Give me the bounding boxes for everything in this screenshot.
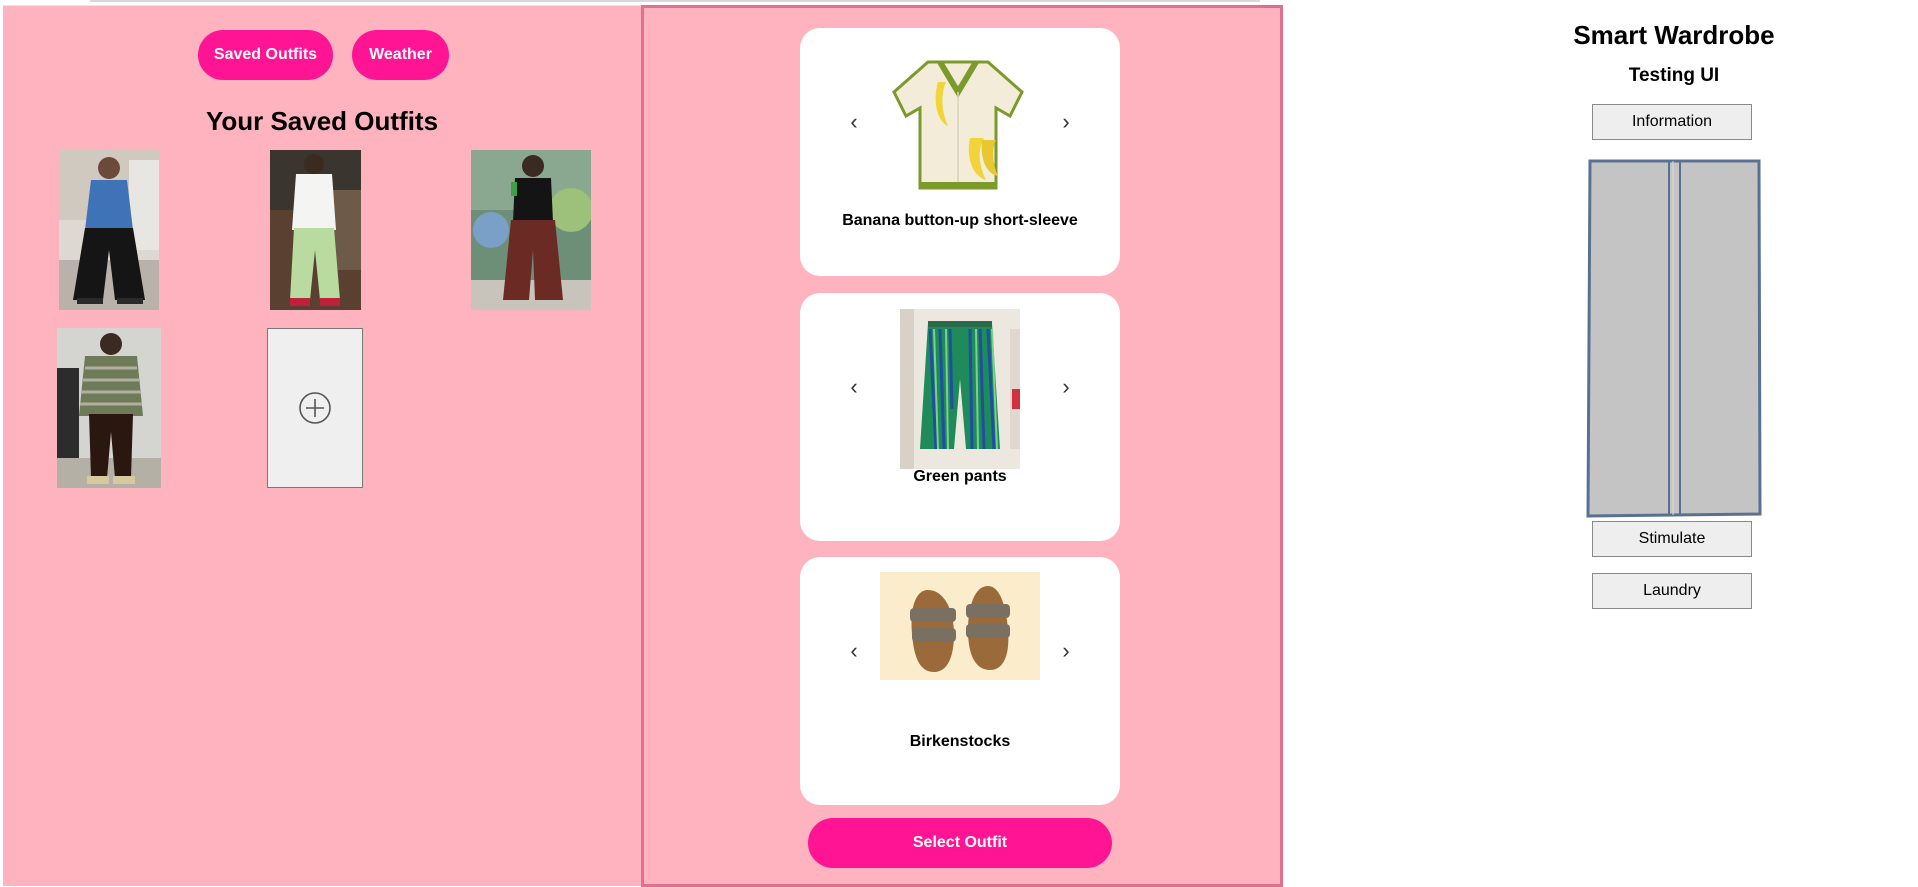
bottom-prev-arrow[interactable]: ‹: [844, 376, 864, 398]
shoes-item-image: [880, 572, 1040, 680]
saved-outfit-thumbnail-2[interactable]: [270, 150, 361, 310]
wardrobe-title: Smart Wardrobe: [1573, 20, 1775, 50]
wardrobe-illustration: [1586, 159, 1762, 518]
saved-outfit-thumbnail-4[interactable]: [57, 328, 161, 488]
saved-outfits-panel: Saved Outfits Weather Your Saved Outfits: [3, 5, 641, 886]
outfit-photo-2: [270, 150, 361, 310]
outfit-photo-4: [57, 328, 161, 488]
outfit-photo-1: [59, 150, 159, 310]
information-button[interactable]: Information: [1592, 104, 1752, 140]
bottom-item-label: Green pants: [913, 468, 1007, 485]
plus-circle-icon: [299, 392, 331, 424]
top-prev-arrow[interactable]: ‹: [844, 111, 864, 133]
shoes-item-label: Birkenstocks: [909, 733, 1011, 750]
saved-outfits-title: Your Saved Outfits: [205, 106, 439, 136]
saved-outfit-thumbnail-3[interactable]: [471, 150, 591, 310]
shoes-next-arrow[interactable]: ›: [1056, 640, 1076, 662]
saved-outfits-button[interactable]: Saved Outfits: [198, 30, 333, 80]
select-outfit-button[interactable]: Select Outfit: [808, 818, 1112, 868]
bottom-next-arrow[interactable]: ›: [1056, 376, 1076, 398]
laundry-button[interactable]: Laundry: [1592, 573, 1752, 609]
wardrobe-subtitle: Testing UI: [1628, 65, 1720, 86]
top-item-image: [888, 52, 1028, 194]
bottom-item-card: ‹ › Green pants: [800, 293, 1120, 541]
saved-outfit-thumbnail-1[interactable]: [59, 150, 159, 310]
top-item-label: Banana button-up short-sleeve: [842, 212, 1078, 229]
weather-button[interactable]: Weather: [352, 30, 449, 80]
add-outfit-button[interactable]: [267, 328, 363, 488]
outfit-photo-3: [471, 150, 591, 310]
top-item-card: ‹ › Banana button-up short-sleeve: [800, 28, 1120, 276]
top-next-arrow[interactable]: ›: [1056, 111, 1076, 133]
bottom-item-image: [900, 309, 1020, 469]
shoes-prev-arrow[interactable]: ‹: [844, 640, 864, 662]
stimulate-button[interactable]: Stimulate: [1592, 521, 1752, 557]
shoes-item-card: ‹ › Birkenstocks: [800, 557, 1120, 805]
top-divider: [90, 0, 1260, 2]
outfit-builder-panel: ‹ › Banana button-up short-sleeve ‹ › Gr…: [641, 5, 1283, 887]
